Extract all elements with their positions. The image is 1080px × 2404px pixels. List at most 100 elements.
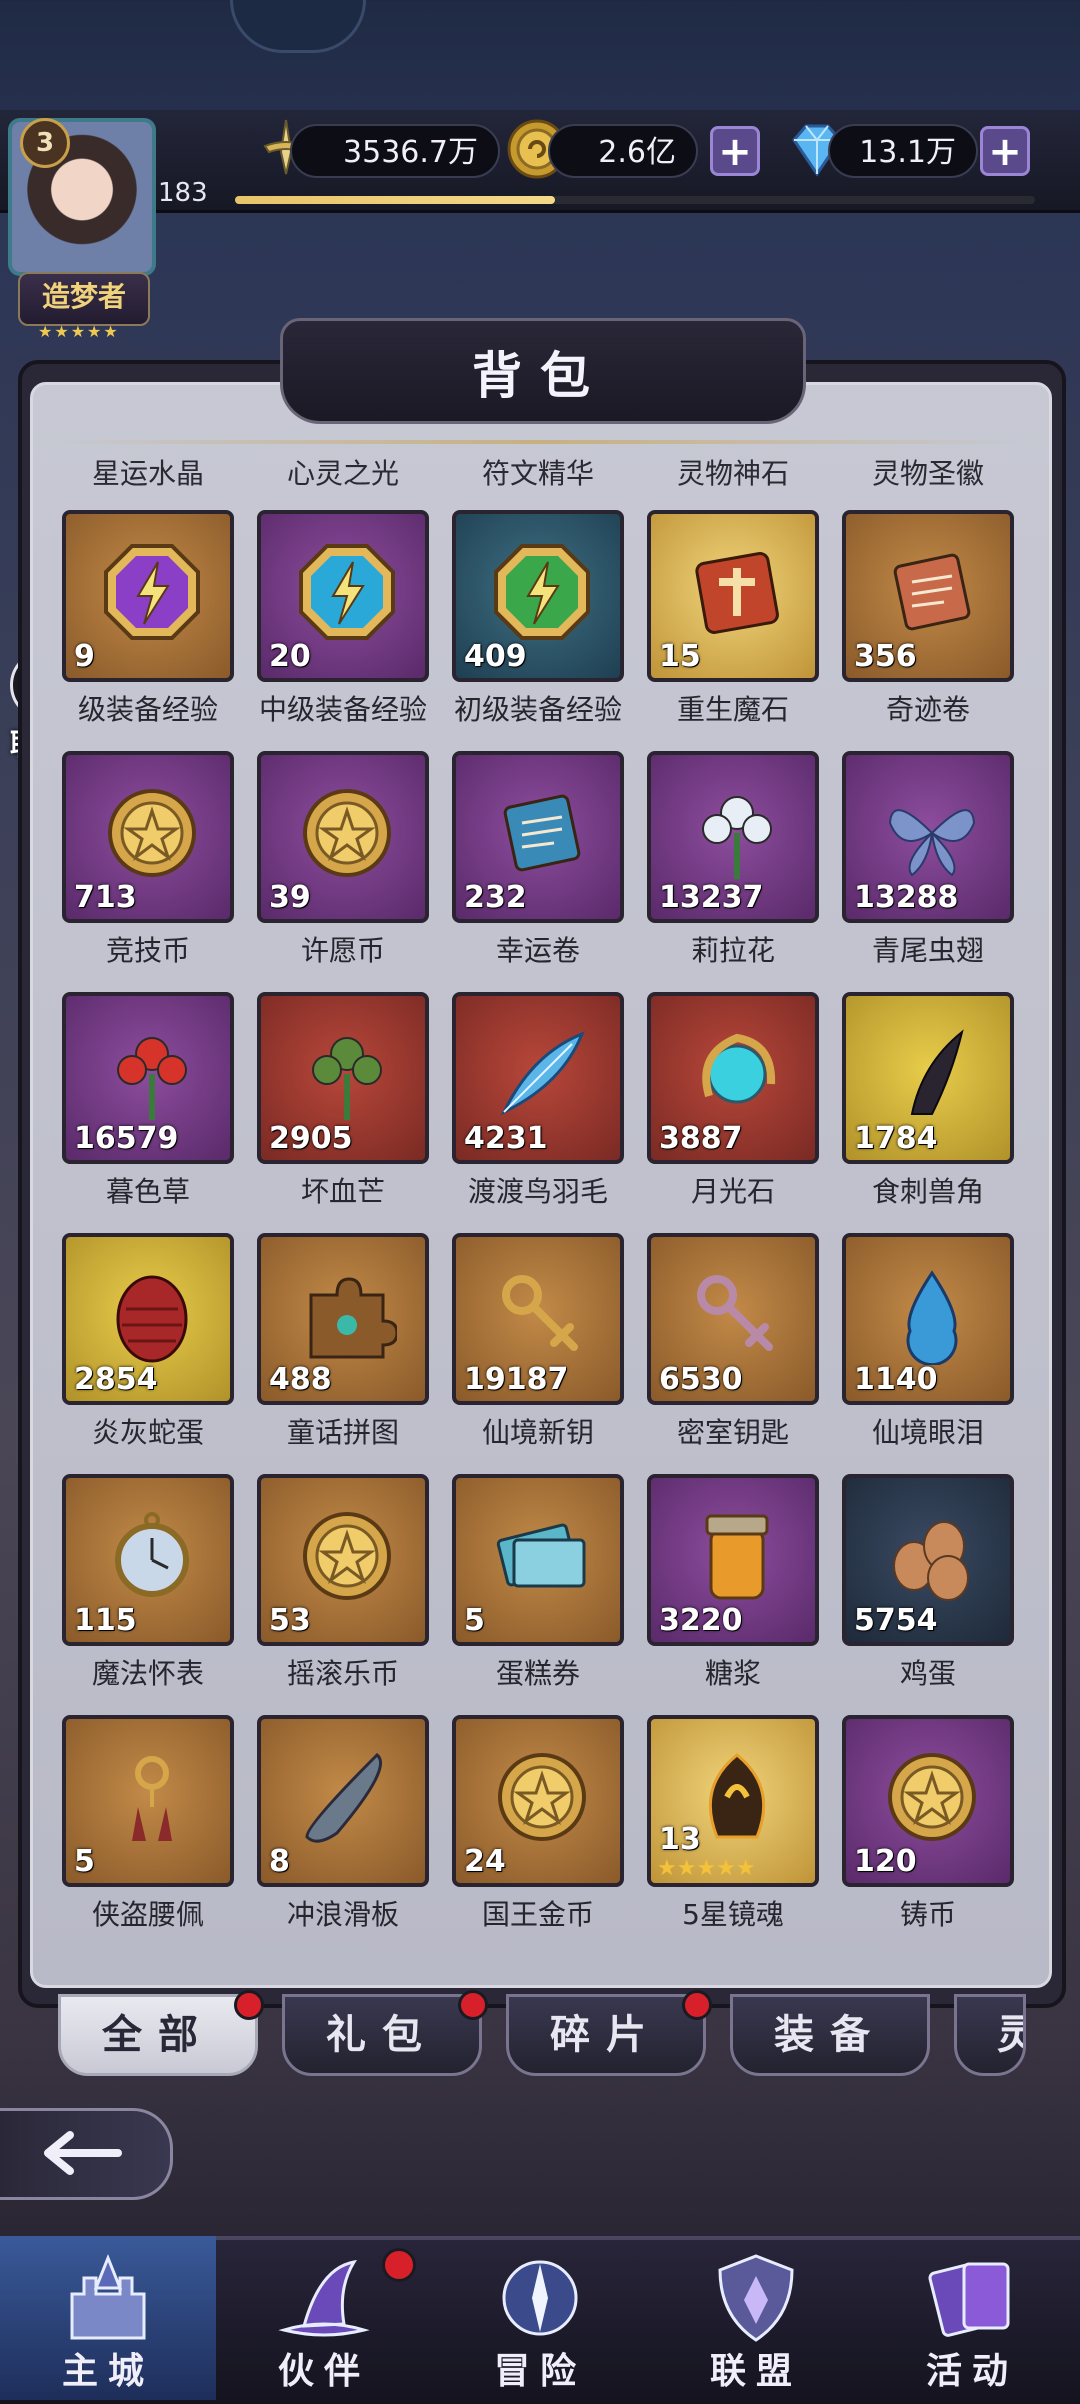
nav-shield-crest[interactable]: 联盟 bbox=[648, 2236, 864, 2400]
golden-key-icon bbox=[502, 1275, 578, 1351]
item-name: 中级装备经验 bbox=[258, 693, 427, 726]
moonstone-icon bbox=[702, 1033, 776, 1104]
inventory-item[interactable]: 1784 bbox=[842, 992, 1014, 1164]
nav-castle[interactable]: 主城 bbox=[0, 2236, 216, 2400]
inventory-item[interactable]: 16579 bbox=[62, 992, 234, 1164]
item-name: 童话拼图 bbox=[286, 1416, 399, 1449]
surfboard-icon bbox=[305, 1753, 382, 1843]
inventory-item[interactable]: ★★★★★ 13 bbox=[647, 1715, 819, 1887]
item-stars: ★★★★★ bbox=[657, 1856, 756, 1881]
teardrop-icon bbox=[906, 1270, 958, 1365]
item-count: 1784 bbox=[854, 1121, 938, 1156]
item-count: 5754 bbox=[854, 1603, 938, 1638]
item-name: 重生魔石 bbox=[676, 693, 789, 726]
inventory-item[interactable]: 13237 bbox=[647, 751, 819, 923]
inventory-item[interactable]: 15 bbox=[647, 510, 819, 682]
item-count: 6530 bbox=[659, 1362, 743, 1397]
luck-scroll-icon bbox=[503, 794, 581, 872]
syrup-jar-icon bbox=[705, 1514, 769, 1600]
inventory-item[interactable]: 356 bbox=[842, 510, 1014, 682]
category-label: 符文精华 bbox=[481, 457, 594, 490]
nav-compass[interactable]: 冒险 bbox=[432, 2236, 648, 2400]
inventory-item[interactable]: 20 bbox=[257, 510, 429, 682]
inventory-item[interactable]: 3887 bbox=[647, 992, 819, 1164]
inventory-item[interactable]: 4231 bbox=[452, 992, 624, 1164]
item-name: 青尾虫翅 bbox=[871, 934, 984, 967]
blood-thorn-plant-icon bbox=[312, 1037, 382, 1120]
inventory-item[interactable]: 713 bbox=[62, 751, 234, 923]
item-name: 许愿币 bbox=[300, 934, 385, 967]
inventory-item[interactable]: 19187 bbox=[452, 1233, 624, 1405]
nav-label: 伙伴 bbox=[277, 2351, 370, 2392]
tab-2[interactable]: 碎片 bbox=[506, 1994, 706, 2076]
item-count: 39 bbox=[269, 880, 311, 915]
pocket-watch-icon bbox=[115, 1512, 189, 1597]
inventory-item[interactable]: 9 bbox=[62, 510, 234, 682]
inventory-item[interactable]: 1140 bbox=[842, 1233, 1014, 1405]
item-name: 蛋糕券 bbox=[495, 1657, 580, 1690]
item-count: 713 bbox=[74, 880, 137, 915]
exp-bar-fill bbox=[235, 196, 555, 204]
item-count: 115 bbox=[74, 1603, 137, 1638]
inventory-item[interactable]: 8 bbox=[257, 1715, 429, 1887]
tab-0[interactable]: 全部 bbox=[58, 1994, 258, 2076]
top-decoration bbox=[230, 0, 366, 53]
item-name: 密室钥匙 bbox=[676, 1416, 789, 1449]
inventory-item[interactable]: 409 bbox=[452, 510, 624, 682]
item-name: 5星镜魂 bbox=[682, 1898, 784, 1931]
back-button[interactable] bbox=[0, 2108, 173, 2200]
miracle-scroll-icon bbox=[893, 553, 971, 631]
inventory-item[interactable]: 115 bbox=[62, 1474, 234, 1646]
compass-icon bbox=[502, 2260, 578, 2336]
inventory-item[interactable]: 232 bbox=[452, 751, 624, 923]
inventory-item[interactable]: 39 bbox=[257, 751, 429, 923]
inventory-item[interactable]: 53 bbox=[257, 1474, 429, 1646]
castle-icon bbox=[70, 2253, 146, 2340]
item-count: 5 bbox=[464, 1603, 485, 1638]
inventory-item[interactable]: 5 bbox=[452, 1474, 624, 1646]
puzzle-piece-icon bbox=[309, 1277, 397, 1359]
add-gold-button[interactable]: + bbox=[710, 126, 760, 176]
item-name: 炎灰蛇蛋 bbox=[91, 1416, 204, 1449]
item-name: 坏血芒 bbox=[300, 1175, 385, 1208]
feather-icon bbox=[500, 1031, 585, 1116]
inventory-item[interactable]: 120 bbox=[842, 1715, 1014, 1887]
inventory-item[interactable]: 5 bbox=[62, 1715, 234, 1887]
inventory-item[interactable]: 24 bbox=[452, 1715, 624, 1887]
inventory-item[interactable]: 3220 bbox=[647, 1474, 819, 1646]
inventory-item[interactable]: 5754 bbox=[842, 1474, 1014, 1646]
cake-ticket-icon bbox=[496, 1523, 586, 1588]
arena-coin-icon bbox=[108, 789, 196, 877]
item-count: 13237 bbox=[659, 880, 764, 915]
inventory-item[interactable]: 6530 bbox=[647, 1233, 819, 1405]
power-display: 3536.7万 bbox=[290, 124, 500, 178]
nav-cards[interactable]: 活动 bbox=[864, 2236, 1080, 2400]
notification-dot bbox=[682, 1990, 712, 2020]
inventory-item[interactable]: 2854 bbox=[62, 1233, 234, 1405]
green-bolt-octagon-icon bbox=[494, 544, 590, 640]
inventory-item[interactable]: 2905 bbox=[257, 992, 429, 1164]
tab-3[interactable]: 装备 bbox=[730, 1994, 930, 2076]
twilight-herb-icon bbox=[117, 1037, 187, 1120]
exp-level: 183 bbox=[158, 178, 208, 208]
item-count: 8 bbox=[269, 1844, 290, 1879]
blue-bolt-octagon-icon bbox=[299, 544, 395, 640]
add-diamond-button[interactable]: + bbox=[980, 126, 1030, 176]
item-count: 5 bbox=[74, 1844, 95, 1879]
shield-crest-icon bbox=[718, 2254, 794, 2342]
item-name: 摇滚乐币 bbox=[286, 1657, 399, 1690]
item-name: 魔法怀表 bbox=[91, 1657, 204, 1690]
item-name: 幸运卷 bbox=[495, 934, 580, 967]
tab-1[interactable]: 礼包 bbox=[282, 1994, 482, 2076]
inventory-item[interactable]: 488 bbox=[257, 1233, 429, 1405]
category-label: 心灵之光 bbox=[286, 457, 399, 490]
item-name: 莉拉花 bbox=[690, 934, 775, 967]
tab-4[interactable]: 灵 bbox=[954, 1994, 1026, 2076]
item-name: 侠盗腰佩 bbox=[91, 1898, 204, 1931]
mirror-soul-icon bbox=[708, 1753, 766, 1839]
item-name: 鸡蛋 bbox=[899, 1657, 956, 1690]
item-name: 糖浆 bbox=[704, 1657, 761, 1690]
item-name: 竞技币 bbox=[105, 934, 190, 967]
inventory-item[interactable]: 13288 bbox=[842, 751, 1014, 923]
exp-bar bbox=[235, 196, 1035, 204]
